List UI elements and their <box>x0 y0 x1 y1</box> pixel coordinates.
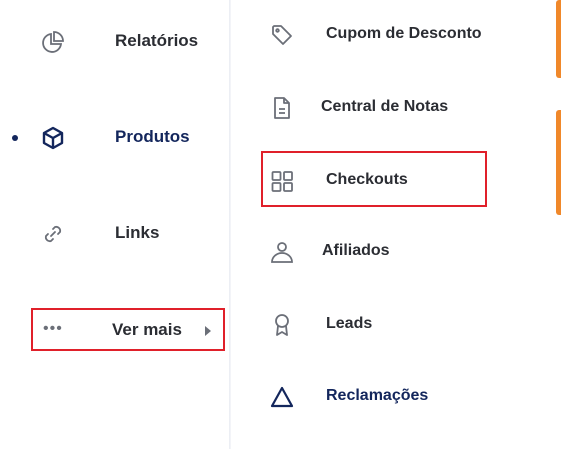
submenu-item-label: Cupom de Desconto <box>326 25 482 42</box>
submenu-item-label: Central de Notas <box>321 98 449 115</box>
sidebar-item-label: Relatórios <box>115 31 199 50</box>
accent-bar-top <box>556 0 561 78</box>
active-indicator <box>12 135 18 141</box>
document-icon <box>269 95 295 121</box>
ver-mais-button[interactable]: ••• Ver mais <box>31 308 225 351</box>
sidebar-item-links[interactable]: Links <box>0 213 230 253</box>
submenu-item-afiliados[interactable]: Afiliados <box>231 231 531 271</box>
sidebar-item-label: Produtos <box>115 127 190 146</box>
submenu-item-cupom[interactable]: Cupom de Desconto <box>231 14 531 54</box>
sidebar-item-relatorios[interactable]: Relatórios <box>0 21 230 61</box>
award-icon <box>269 312 295 338</box>
link-icon <box>40 221 66 247</box>
submenu-item-central-notas[interactable]: Central de Notas <box>231 87 531 127</box>
cube-icon <box>40 125 66 151</box>
submenu-item-label: Checkouts <box>326 171 408 188</box>
sidebar-item-produtos[interactable]: Produtos <box>0 117 230 157</box>
tag-icon <box>269 22 295 48</box>
submenu-item-label: Afiliados <box>322 242 390 259</box>
sidebar-item-label: Links <box>115 223 160 242</box>
grid-icon <box>269 168 295 194</box>
ver-mais-label: Ver mais <box>112 320 182 339</box>
user-icon <box>269 239 295 265</box>
more-dots-icon: ••• <box>43 320 63 337</box>
accent-bar-bottom <box>556 110 561 215</box>
submenu-item-leads[interactable]: Leads <box>231 304 531 344</box>
triangle-icon <box>269 384 295 410</box>
submenu-item-label: Reclamações <box>326 387 429 404</box>
submenu-item-checkouts[interactable]: Checkouts <box>231 160 531 200</box>
submenu-item-label: Leads <box>326 315 373 332</box>
caret-right-icon <box>205 326 211 336</box>
pie-chart-icon <box>40 29 66 55</box>
submenu-item-reclamacoes[interactable]: Reclamações <box>231 376 531 416</box>
